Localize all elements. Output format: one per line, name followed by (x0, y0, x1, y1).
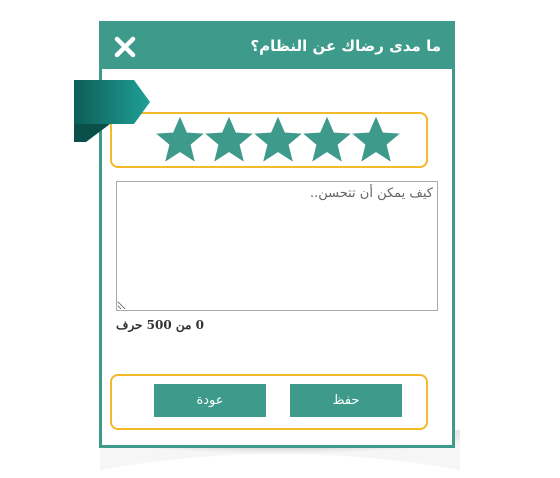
star-icon[interactable] (352, 116, 400, 164)
character-counter: 0 من 500 حرف (116, 318, 204, 332)
star-icon[interactable] (156, 116, 204, 164)
back-button[interactable]: عودة (154, 384, 266, 417)
comment-textarea[interactable] (116, 181, 438, 311)
star-icon[interactable] (254, 116, 302, 164)
close-x-icon[interactable] (113, 35, 137, 59)
save-button[interactable]: حفظ (290, 384, 402, 417)
star-icon[interactable] (205, 116, 253, 164)
dialog-titlebar: ما مدى رضاك عن النظام؟ (99, 21, 455, 69)
star-icon[interactable] (303, 116, 351, 164)
ribbon-decoration (74, 80, 150, 142)
star-rating[interactable] (150, 113, 410, 167)
dialog-title: ما مدى رضاك عن النظام؟ (250, 37, 441, 55)
